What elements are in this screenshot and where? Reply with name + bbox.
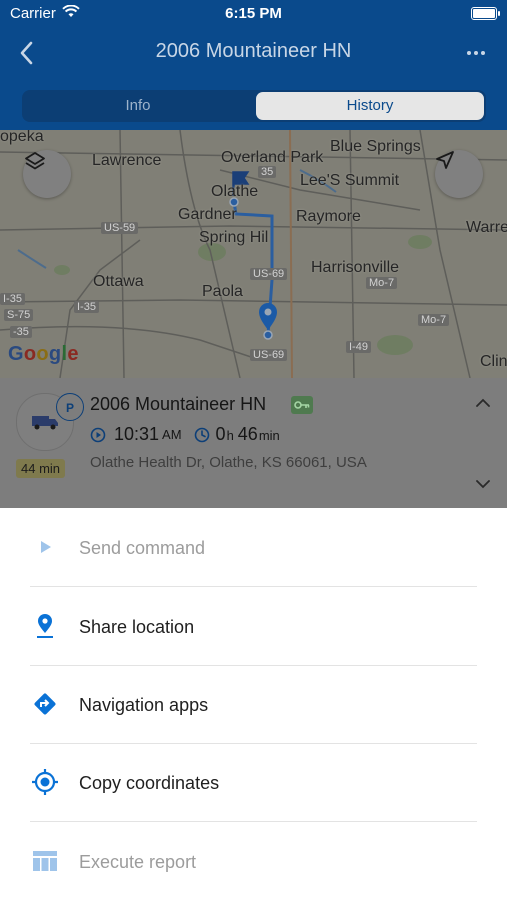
map-label-raymore: Raymore — [296, 208, 361, 225]
duration-minutes: 46 — [237, 424, 258, 444]
parked-status-badge: P — [56, 393, 84, 421]
hwy-mo7: Mo-7 — [366, 277, 398, 289]
play-icon — [30, 532, 60, 562]
hwy-us69: US-69 — [250, 268, 288, 280]
event-time: 10:31 — [114, 424, 160, 444]
map-roads — [0, 130, 507, 378]
more-dots-icon — [467, 51, 485, 55]
directions-icon — [30, 689, 60, 719]
action-label: Copy coordinates — [79, 773, 220, 793]
collapse-button[interactable] — [475, 394, 491, 410]
chevron-down-icon — [476, 479, 490, 488]
status-time: 6:15 PM — [225, 5, 282, 22]
hwy-i35-b: -35 — [10, 326, 32, 338]
hwy-i35-a: I-35 — [74, 301, 99, 313]
more-button[interactable] — [461, 38, 491, 68]
page-title: 2006 Mountaineer HN — [155, 40, 352, 62]
tab-info[interactable]: Info — [24, 92, 252, 120]
google-logo: Google — [8, 343, 79, 365]
timer-icon — [194, 427, 209, 442]
action-copy-coordinates[interactable]: Copy coordinates — [0, 743, 507, 821]
hwy-i35-c: I-35 — [0, 293, 25, 305]
nav-bar: 2006 Mountaineer HN — [0, 30, 507, 76]
map-label-warrensburg: Warre — [466, 219, 507, 236]
navigation-arrow-icon — [436, 151, 454, 169]
map-label-paola: Paola — [202, 283, 243, 300]
action-sheet: Send command Share location Navigation a… — [0, 508, 507, 900]
layers-icon — [25, 152, 45, 170]
hwy-us59: US-59 — [101, 222, 139, 234]
duration-hours: 0 — [215, 424, 226, 444]
time-row: 10:31 AM 0 h 46 min — [90, 424, 280, 445]
tab-history[interactable]: History — [256, 92, 484, 120]
truck-icon — [32, 416, 58, 430]
clock-play-icon — [90, 427, 106, 442]
vehicle-address: Olathe Health Dr, Olathe, KS 66061, USA — [90, 454, 367, 471]
ignition-key-icon — [291, 396, 313, 414]
map-label-clinton: Clin — [480, 353, 507, 370]
action-share-location[interactable]: Share location — [0, 587, 507, 665]
chevron-up-icon — [476, 398, 490, 407]
my-location-button[interactable] — [435, 150, 483, 198]
target-icon — [30, 767, 60, 797]
map-label-lawrence: Lawrence — [92, 152, 162, 169]
hwy-i49: I-49 — [346, 341, 371, 353]
action-label: Share location — [79, 617, 195, 637]
vehicle-name: 2006 Mountaineer HN — [90, 394, 267, 414]
action-navigation-apps[interactable]: Navigation apps — [0, 665, 507, 743]
stop-duration: 0 h 46 min — [216, 424, 280, 445]
hwy-35: 35 — [258, 166, 277, 178]
status-bar: Carrier 6:15 PM — [0, 0, 507, 28]
table-icon — [30, 846, 60, 876]
action-label: Navigation apps — [79, 695, 209, 715]
expand-button[interactable] — [475, 476, 491, 492]
map-label-lees-summit: Lee'S Summit — [300, 172, 400, 189]
action-execute-report[interactable]: Execute report — [0, 822, 507, 900]
map-label-overland-park: Overland Park — [221, 149, 324, 166]
map-layers-button[interactable] — [23, 150, 71, 198]
map-label-blue-springs: Blue Springs — [330, 138, 421, 155]
segmented-control: Info History — [22, 90, 486, 122]
action-label: Send command — [79, 538, 206, 558]
location-pin-icon — [30, 611, 60, 641]
action-send-command[interactable]: Send command — [0, 508, 507, 586]
battery-icon — [471, 7, 500, 20]
map-label-topeka: opeka — [0, 130, 44, 145]
action-label: Execute report — [79, 852, 197, 872]
hwy-mo7-b: Mo-7 — [418, 314, 450, 326]
chevron-left-icon — [20, 41, 33, 65]
map-label-harrisonville: Harrisonville — [311, 259, 400, 276]
map-label-gardner: Gardner — [178, 206, 237, 223]
duration-badge: 44 min — [16, 459, 66, 478]
duration-minutes-unit: min — [258, 428, 280, 443]
vehicle-card[interactable]: P 44 min 2006 Mountaineer HN 10:31 AM 0 … — [0, 378, 507, 508]
back-button[interactable] — [12, 36, 42, 70]
hwy-us69-b: US-69 — [250, 349, 288, 361]
map-view[interactable]: opeka Lawrence Overland Park Blue Spring… — [0, 130, 507, 378]
duration-hours-unit: h — [226, 428, 234, 443]
hwy-us75: S-75 — [4, 309, 34, 321]
map-label-spring-hill: Spring Hil — [199, 229, 269, 246]
app-root: Carrier 6:15 PM 2006 Mountaineer HN Info… — [0, 0, 507, 900]
event-time-suffix: AM — [162, 427, 182, 442]
header: Carrier 6:15 PM 2006 Mountaineer HN Info… — [0, 0, 507, 130]
map-label-olathe: Olathe — [211, 183, 259, 200]
map-label-ottawa: Ottawa — [93, 273, 144, 290]
